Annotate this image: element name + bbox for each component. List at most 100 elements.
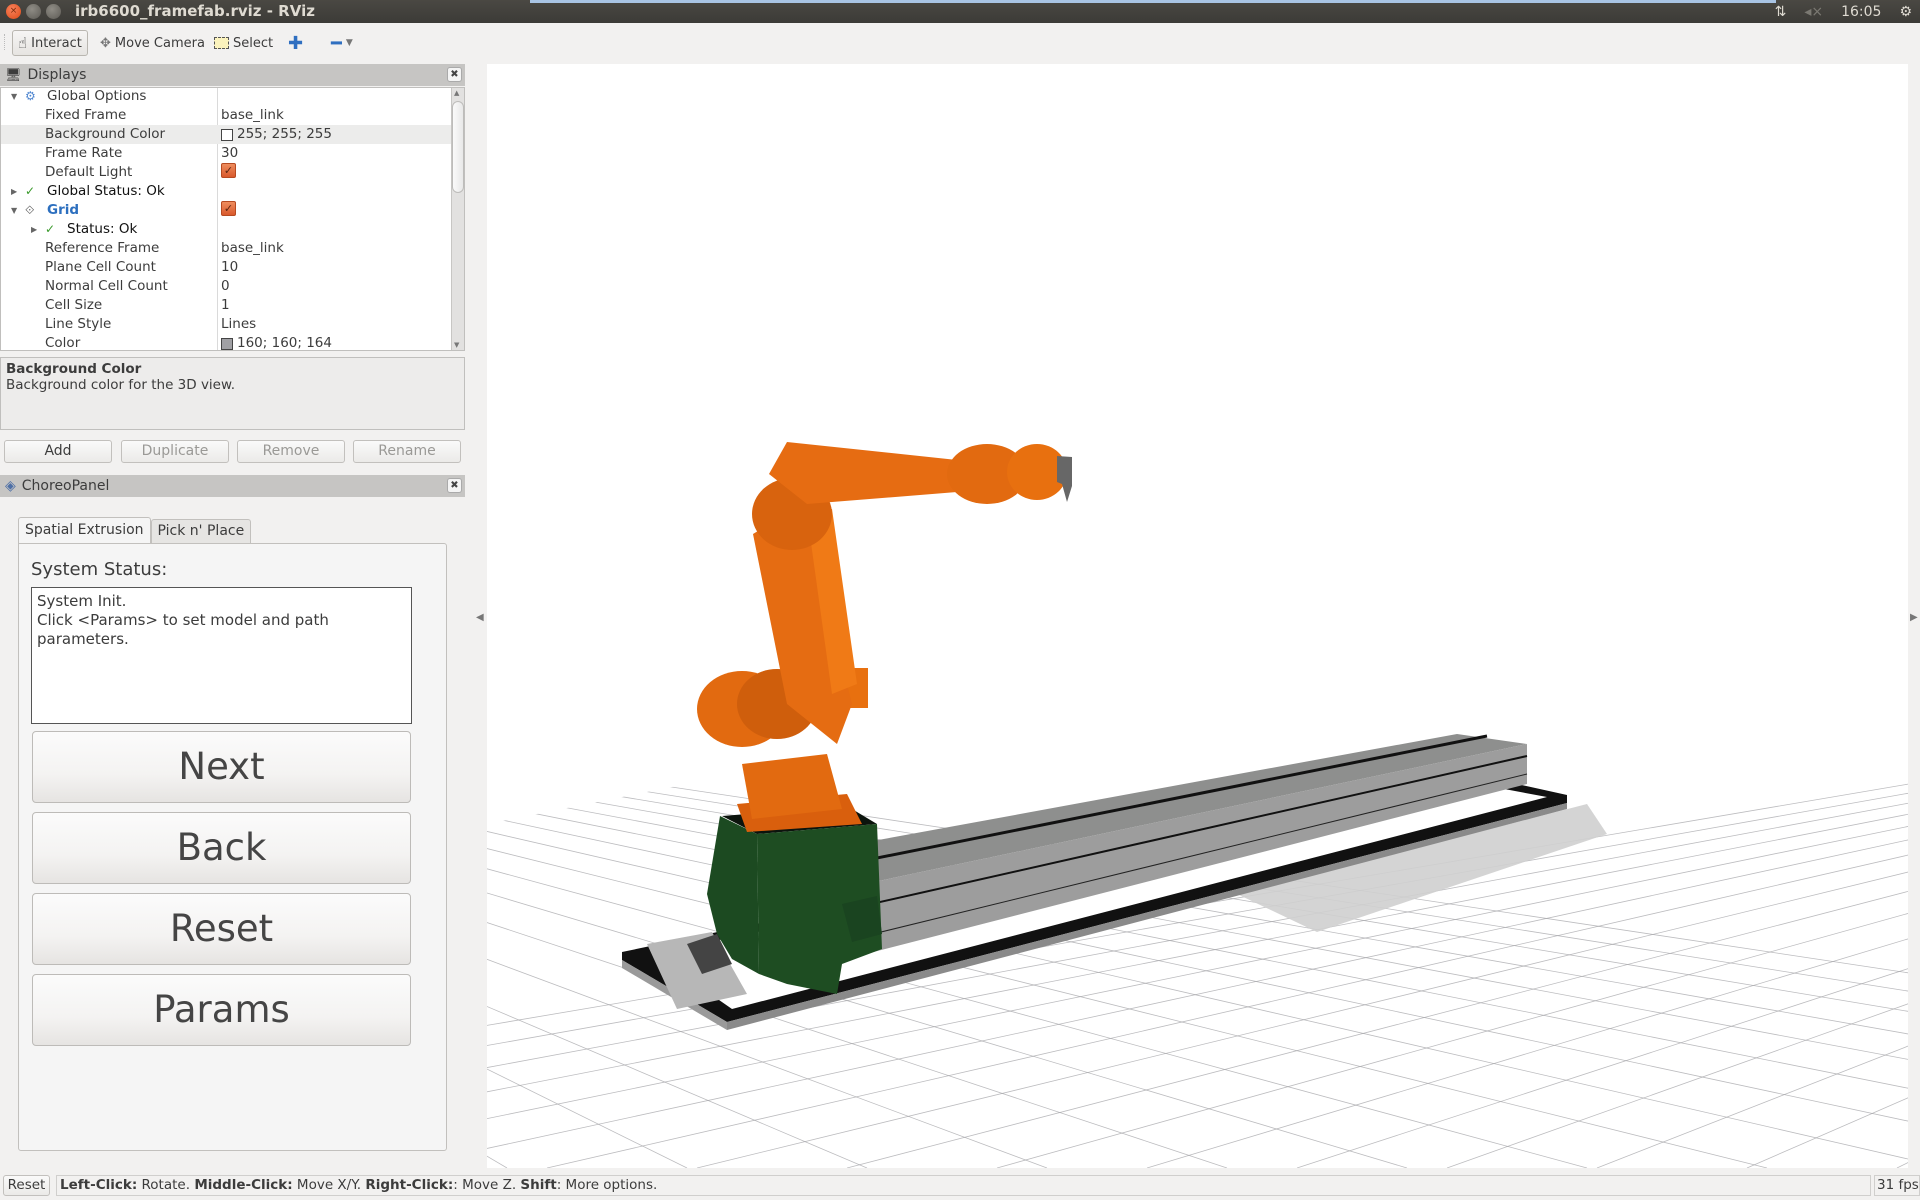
tab-spatial-extrusion[interactable]: Spatial Extrusion	[18, 517, 151, 545]
displays-panel-header: 🖥 Displays ✖	[0, 64, 465, 86]
window-minimize-button[interactable]	[26, 4, 41, 19]
monitor-icon: 🖥	[5, 67, 22, 83]
tree-row-value-text: base_link	[221, 107, 284, 123]
collapsed-arrow-icon[interactable]: ▶	[31, 220, 37, 239]
enabled-checkbox[interactable]: ✓	[221, 201, 236, 216]
tree-row[interactable]: ▶ ✓ Status: Ok	[1, 220, 453, 239]
tree-row[interactable]: Normal Cell Count 0	[1, 277, 453, 296]
scroll-down-arrow-icon[interactable]: ▼	[454, 341, 459, 349]
reset-view-button[interactable]: Reset	[3, 1175, 50, 1196]
scroll-up-arrow-icon[interactable]: ▲	[454, 89, 459, 97]
window-close-button[interactable]: ×	[6, 4, 21, 19]
tool-label: Interact	[31, 35, 82, 51]
duplicate-display-button[interactable]: Duplicate	[121, 440, 229, 463]
add-tool-button[interactable]: ✚	[283, 30, 308, 56]
spatial-extrusion-tab-content: System Status: System Init. Click <Param…	[18, 543, 447, 1151]
render-3d-viewport[interactable]	[487, 64, 1908, 1168]
tool-interact-button[interactable]: ☝ Interact	[12, 30, 88, 56]
tree-row-value[interactable]: ✓	[221, 201, 240, 216]
diamond-icon: ◈	[5, 478, 16, 494]
plus-icon: ✚	[288, 32, 304, 54]
next-button[interactable]: Next	[32, 731, 411, 803]
displays-tree[interactable]: ▼ ⚙ Global Options Fixed Frame base_link Back…	[0, 87, 465, 351]
tree-row-value-text: base_link	[221, 240, 284, 256]
collapsed-arrow-icon[interactable]: ▶	[11, 182, 17, 201]
power-settings-icon[interactable]: ⚙	[1899, 4, 1912, 20]
tree-row-label: Default Light	[45, 164, 133, 180]
system-tray: ⇅ ◂× 16:05 ⚙	[1775, 0, 1920, 23]
toolbar-grip-handle[interactable]	[4, 34, 7, 50]
rename-display-button[interactable]: Rename	[353, 440, 461, 463]
tree-row-value[interactable]: 10	[221, 258, 238, 277]
displays-panel-title: Displays	[27, 67, 87, 83]
move-camera-icon: ✥	[100, 35, 111, 51]
tree-row-value[interactable]: 160; 160; 164	[221, 334, 332, 350]
choreo-panel-close-button[interactable]: ✖	[447, 478, 462, 493]
tree-row-value[interactable]: ✓	[221, 163, 240, 178]
tree-row-value[interactable]: 0	[221, 277, 230, 296]
collapse-right-dock-icon[interactable]: ▶	[1910, 612, 1918, 623]
remove-tool-button[interactable]: ━ ▼	[326, 30, 358, 56]
tree-row[interactable]: ▼ ⟐ Grid ✓	[1, 201, 453, 220]
tool-label: Move Camera	[114, 35, 205, 51]
tree-row[interactable]: Default Light ✓	[1, 163, 453, 182]
hint-key: Middle-Click:	[194, 1177, 293, 1193]
expanded-arrow-icon[interactable]: ▼	[11, 88, 17, 106]
tree-row[interactable]: ▶ ✓ Global Status: Ok	[1, 182, 453, 201]
tree-row[interactable]: Frame Rate 30	[1, 144, 453, 163]
tree-row-value[interactable]: base_link	[221, 106, 284, 125]
hint-key: Shift	[520, 1177, 557, 1193]
robot-link-1	[742, 754, 842, 819]
tool-label: Select	[233, 35, 274, 51]
hint-text: : Move Z.	[453, 1177, 521, 1193]
expanded-arrow-icon[interactable]: ▼	[11, 201, 17, 220]
tool-select-button[interactable]: Select	[209, 30, 278, 56]
reset-button[interactable]: Reset	[32, 893, 411, 965]
tree-row[interactable]: Reference Frame base_link	[1, 239, 453, 258]
tree-row-value-text: 255; 255; 255	[237, 126, 332, 142]
scene-svg	[487, 64, 1908, 1168]
network-icon[interactable]: ⇅	[1775, 4, 1787, 20]
tree-row[interactable]: Cell Size 1	[1, 296, 453, 315]
clock[interactable]: 16:05	[1841, 4, 1881, 20]
tree-row-value[interactable]: 1	[221, 296, 230, 315]
params-button[interactable]: Params	[32, 974, 411, 1046]
hint-text: : More options.	[556, 1177, 658, 1193]
tree-row-label: Fixed Frame	[45, 107, 127, 123]
color-swatch[interactable]	[221, 337, 233, 350]
tree-row[interactable]: Fixed Frame base_link	[1, 106, 453, 125]
color-swatch[interactable]	[221, 128, 233, 141]
volume-muted-icon[interactable]: ◂×	[1804, 4, 1823, 20]
hint-key: Left-Click:	[60, 1177, 138, 1193]
tree-row-label: Grid	[47, 202, 80, 218]
window-title-bar: × irb6600_framefab.rviz - RViz ⇅ ◂× 16:0…	[0, 0, 1920, 23]
tool-move-camera-button[interactable]: ✥ Move Camera	[95, 30, 210, 56]
displays-panel-close-button[interactable]: ✖	[447, 67, 462, 82]
tree-row-value[interactable]: 30	[221, 144, 238, 163]
tree-row[interactable]: Background Color 255; 255; 255	[1, 125, 453, 144]
status-bar: Reset Left-Click: Rotate. Middle-Click: …	[0, 1168, 1920, 1200]
tree-row-label: Line Style	[45, 316, 112, 332]
remove-display-button[interactable]: Remove	[237, 440, 345, 463]
tree-row-label: Background Color	[45, 126, 166, 142]
tree-row-value[interactable]: Lines	[221, 315, 256, 334]
tree-row[interactable]: Color 160; 160; 164	[1, 334, 453, 351]
property-description-box: Background Color Background color for th…	[0, 357, 465, 430]
enabled-checkbox[interactable]: ✓	[221, 163, 236, 178]
tab-pick-n-place[interactable]: Pick n' Place	[150, 519, 252, 544]
displays-scrollbar[interactable]: ▲ ▼	[451, 88, 464, 350]
add-display-button[interactable]: Add	[4, 440, 112, 463]
collapse-left-dock-icon[interactable]: ◀	[476, 612, 484, 623]
system-status-text-box[interactable]: System Init. Click <Params> to set model…	[31, 587, 412, 724]
tree-row[interactable]: Line Style Lines	[1, 315, 453, 334]
tree-row-value[interactable]: base_link	[221, 239, 284, 258]
scrollbar-thumb[interactable]	[452, 101, 464, 193]
tree-row[interactable]: ▼ ⚙ Global Options	[1, 88, 453, 106]
window-maximize-button[interactable]	[46, 4, 61, 19]
tree-row[interactable]: Plane Cell Count 10	[1, 258, 453, 277]
choreo-tab-bar: Spatial Extrusion Pick n' Place	[18, 517, 252, 545]
tree-row-label: Color	[45, 335, 81, 351]
back-button[interactable]: Back	[32, 812, 411, 884]
tree-row-value-text: Lines	[221, 316, 257, 332]
tree-row-value[interactable]: 255; 255; 255	[221, 125, 332, 144]
